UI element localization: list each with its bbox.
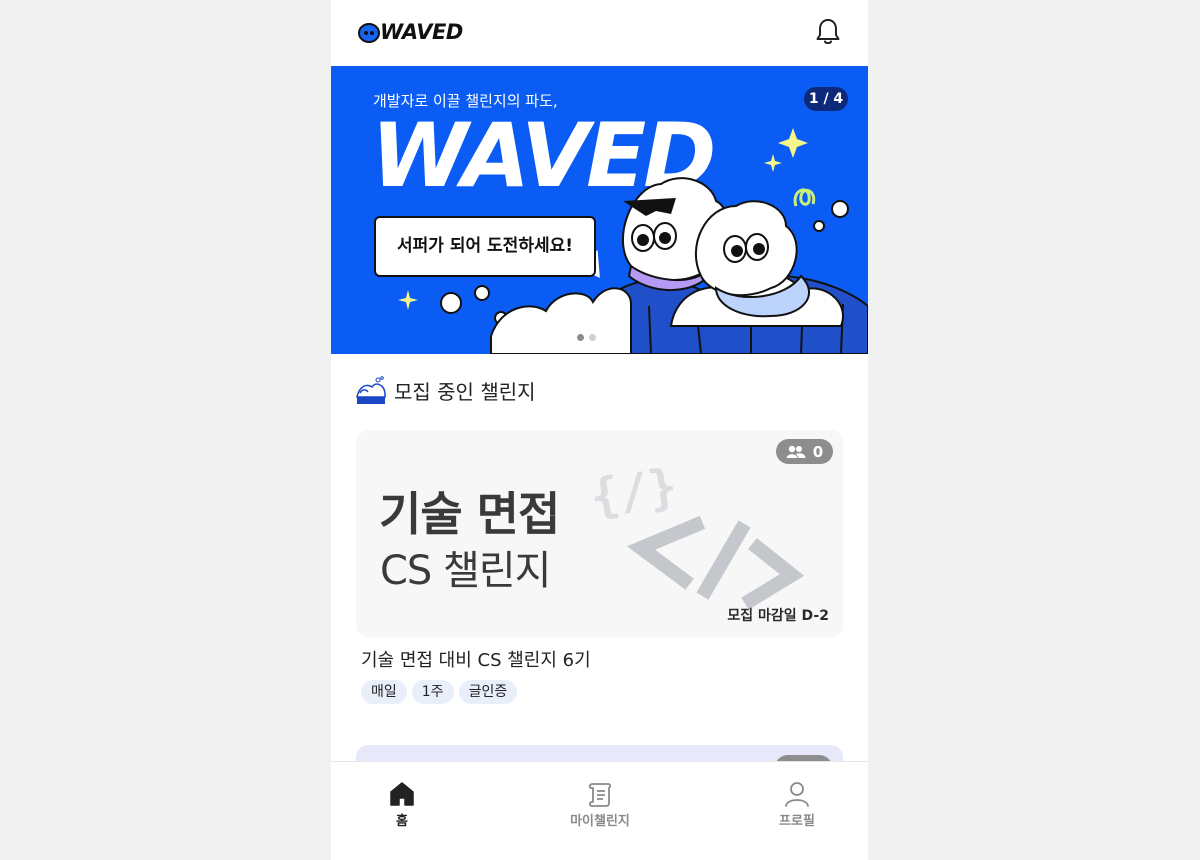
nav-profile[interactable]: 프로필 — [747, 780, 847, 829]
carousel-dots — [577, 326, 601, 345]
card-subline: CS 챌린지 — [380, 548, 551, 594]
participants-badge: 0 — [776, 439, 833, 464]
nav-label: 마이챌린지 — [570, 814, 630, 829]
mobile-app-frame: WAVED 개발자로 이끌 챌린지의 파도, WAVED 1 / 4 서퍼가 되… — [331, 0, 868, 860]
challenge-card-thumbnail[interactable]: {/} 기술 면접 CS 챌린지 0 모집 마감일 D-2 — [356, 430, 843, 637]
home-icon — [390, 782, 414, 806]
carousel-dot[interactable] — [589, 334, 596, 341]
waved-logo[interactable]: WAVED — [358, 19, 470, 45]
nav-label: 홈 — [396, 814, 408, 829]
nav-my-challenge[interactable]: 마이챌린지 — [550, 780, 650, 829]
tag-chip: 1주 — [411, 680, 454, 704]
challenge-name[interactable]: 기술 면접 대비 CS 챌린지 6기 — [361, 646, 591, 672]
logo-text: WAVED — [380, 20, 463, 44]
promo-banner-carousel[interactable]: 개발자로 이끌 챌린지의 파도, WAVED 1 / 4 서퍼가 되어 도전하세… — [331, 66, 868, 354]
sparkle-icon — [398, 290, 418, 310]
people-icon — [786, 445, 806, 458]
nav-label: 프로필 — [779, 814, 815, 829]
tag-chip: 매일 — [361, 680, 407, 704]
svg-text:{/}: {/} — [587, 458, 681, 526]
card-headline: 기술 면접 — [379, 487, 560, 541]
deadline-label: 모집 마감일 D-2 — [727, 608, 829, 624]
profile-icon — [785, 782, 809, 807]
app-header: WAVED — [331, 0, 868, 66]
swirl-decoration — [793, 188, 816, 207]
challenge-tags: 매일 1주 글인증 — [361, 680, 518, 704]
tag-chip: 글인증 — [458, 680, 518, 704]
sparkle-icon — [778, 128, 808, 158]
section-header: 모집 중인 챌린지 — [356, 375, 536, 405]
banner-illustration — [398, 128, 868, 354]
notification-bell-icon[interactable] — [815, 17, 841, 45]
sparkle-icon — [764, 154, 782, 172]
participants-count: 0 — [812, 442, 824, 461]
wave-icon — [356, 376, 386, 404]
bottom-navigation: 홈 마이챌린지 프로필 — [331, 761, 868, 860]
section-title: 모집 중인 챌린지 — [394, 379, 536, 404]
scroll-icon — [588, 783, 611, 807]
logo-mascot-icon — [358, 23, 380, 43]
nav-home[interactable]: 홈 — [352, 780, 452, 829]
carousel-dot-active[interactable] — [577, 334, 584, 341]
speech-bubble: 서퍼가 되어 도전하세요! — [374, 216, 596, 277]
